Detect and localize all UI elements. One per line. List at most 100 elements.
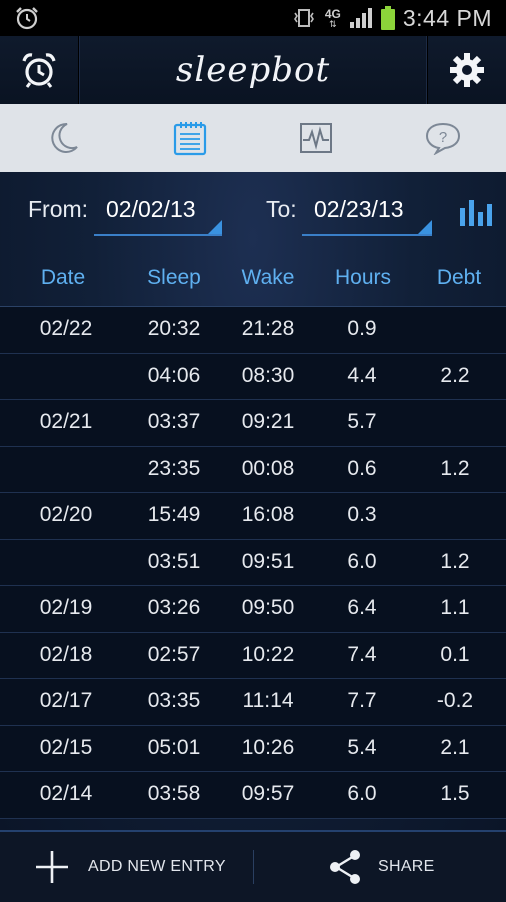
to-date-picker[interactable]: 02/23/13	[314, 196, 404, 223]
dropdown-corner-icon	[208, 220, 222, 234]
cell-date: 02/19	[22, 596, 110, 620]
cell-debt: 0.1	[414, 643, 496, 667]
cell-debt: 1.2	[414, 550, 496, 574]
cell-sleep: 03:35	[130, 689, 218, 713]
cell-sleep: 03:26	[130, 596, 218, 620]
cell-sleep: 03:37	[130, 410, 218, 434]
cell-wake: 10:22	[226, 643, 310, 667]
table-row[interactable]: 23:35 00:08 0.6 1.2	[0, 447, 506, 494]
tab-bar: ?	[0, 104, 506, 172]
alarm-button[interactable]	[0, 36, 79, 104]
column-header-hours[interactable]: Hours	[320, 266, 406, 290]
cell-sleep: 04:06	[130, 364, 218, 388]
tab-help[interactable]: ?	[380, 104, 506, 172]
vibrate-icon	[291, 7, 317, 29]
cell-date: 02/20	[22, 503, 110, 527]
add-new-entry-label: ADD NEW ENTRY	[88, 858, 226, 876]
from-date-underline	[94, 234, 222, 236]
dropdown-corner-icon	[418, 220, 432, 234]
table-row[interactable]: 02/19 03:26 09:50 6.4 1.1	[0, 586, 506, 633]
alarm-clock-icon	[14, 5, 40, 31]
table-row[interactable]: 02/17 03:35 11:14 7.7 -0.2	[0, 679, 506, 726]
cell-sleep: 03:51	[130, 550, 218, 574]
tab-chart[interactable]	[253, 104, 380, 172]
network-type-indicator: 4G ⇅	[325, 8, 341, 29]
column-header-sleep[interactable]: Sleep	[130, 266, 218, 290]
bottom-bar-divider	[253, 850, 254, 884]
share-icon	[328, 849, 362, 885]
gear-icon	[448, 51, 486, 89]
cell-hours: 6.0	[320, 550, 404, 574]
signal-strength-icon	[349, 7, 373, 29]
cell-wake: 09:51	[226, 550, 310, 574]
cell-debt: 2.1	[414, 736, 496, 760]
cell-wake: 00:08	[226, 457, 310, 481]
cell-hours: 5.7	[320, 410, 404, 434]
cell-hours: 6.0	[320, 782, 404, 806]
help-bubble-icon: ?	[424, 121, 462, 155]
cell-hours: 5.4	[320, 736, 404, 760]
column-header-wake[interactable]: Wake	[226, 266, 310, 290]
date-range: From: 02/02/13 To: 02/23/13	[0, 172, 506, 242]
status-bar: 4G ⇅ 3:44 PM	[0, 0, 506, 36]
battery-icon	[381, 6, 395, 30]
cell-date: 02/18	[22, 643, 110, 667]
table-row[interactable]: 02/21 03:37 09:21 5.7	[0, 400, 506, 447]
to-label: To:	[266, 196, 297, 223]
column-header-date[interactable]: Date	[22, 266, 104, 290]
cell-date: 02/22	[22, 317, 110, 341]
add-new-entry-button[interactable]: ADD NEW ENTRY	[34, 832, 226, 902]
cell-sleep: 20:32	[130, 317, 218, 341]
to-date-underline	[302, 234, 432, 236]
cell-hours: 7.7	[320, 689, 404, 713]
plus-icon	[34, 849, 70, 885]
cell-hours: 7.4	[320, 643, 404, 667]
cell-debt: 1.2	[414, 457, 496, 481]
cell-wake: 11:14	[226, 689, 310, 713]
table-row[interactable]: 02/18 02:57 10:22 7.4 0.1	[0, 633, 506, 680]
sleep-entries-list: 02/22 20:32 21:28 0.9 04:06 08:30 4.4 2.…	[0, 307, 506, 819]
cell-date: 02/21	[22, 410, 110, 434]
tab-sleep[interactable]	[0, 104, 127, 172]
cell-debt: -0.2	[414, 689, 496, 713]
share-button[interactable]: SHARE	[328, 832, 435, 902]
cell-date: 02/15	[22, 736, 110, 760]
table-row[interactable]: 04:06 08:30 4.4 2.2	[0, 354, 506, 401]
cell-sleep: 23:35	[130, 457, 218, 481]
bottom-action-bar: ADD NEW ENTRY SHARE	[0, 830, 506, 902]
cell-wake: 09:50	[226, 596, 310, 620]
bar-chart-icon[interactable]	[460, 196, 494, 226]
share-label: SHARE	[378, 858, 435, 876]
settings-button[interactable]	[427, 36, 506, 104]
from-label: From:	[28, 196, 88, 223]
sleep-log-content: From: 02/02/13 To: 02/23/13 Date Sleep W…	[0, 172, 506, 830]
cell-sleep: 15:49	[130, 503, 218, 527]
from-date-picker[interactable]: 02/02/13	[106, 196, 196, 223]
clock-time: 3:44 PM	[403, 5, 492, 32]
cell-hours: 4.4	[320, 364, 404, 388]
cell-date: 02/14	[22, 782, 110, 806]
cell-debt: 1.1	[414, 596, 496, 620]
table-row[interactable]: 02/15 05:01 10:26 5.4 2.1	[0, 726, 506, 773]
cell-debt: 1.5	[414, 782, 496, 806]
app-bar: sleepbot	[0, 36, 506, 105]
app-logo: sleepbot	[78, 36, 428, 104]
cell-hours: 0.6	[320, 457, 404, 481]
cell-debt: 2.2	[414, 364, 496, 388]
column-header-debt[interactable]: Debt	[418, 266, 500, 290]
cell-wake: 08:30	[226, 364, 310, 388]
table-row[interactable]: 02/14 03:58 09:57 6.0 1.5	[0, 772, 506, 819]
cell-sleep: 05:01	[130, 736, 218, 760]
notepad-icon	[173, 120, 207, 156]
tab-log[interactable]	[127, 104, 254, 172]
table-row[interactable]: 03:51 09:51 6.0 1.2	[0, 540, 506, 587]
cell-hours: 6.4	[320, 596, 404, 620]
cell-wake: 10:26	[226, 736, 310, 760]
cell-wake: 09:21	[226, 410, 310, 434]
svg-text:?: ?	[439, 129, 447, 146]
table-header: Date Sleep Wake Hours Debt	[0, 252, 506, 307]
cell-hours: 0.9	[320, 317, 404, 341]
table-row[interactable]: 02/20 15:49 16:08 0.3	[0, 493, 506, 540]
alarm-clock-icon	[20, 51, 58, 89]
table-row[interactable]: 02/22 20:32 21:28 0.9	[0, 307, 506, 354]
